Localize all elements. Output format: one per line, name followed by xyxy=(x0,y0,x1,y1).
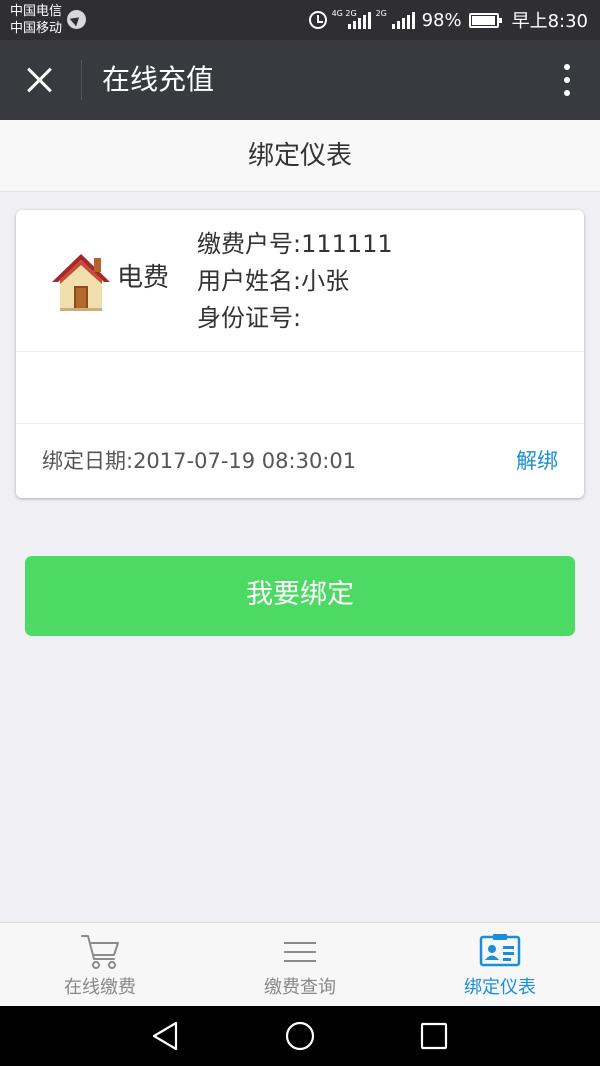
meter-details: 缴费户号:111111 用户姓名:小张 身份证号: xyxy=(197,226,393,337)
signal-icon-2: 2G xyxy=(376,9,415,29)
page-title: 绑定仪表 xyxy=(0,120,600,192)
unbind-link[interactable]: 解绑 xyxy=(516,446,558,476)
id-number: 身份证号: xyxy=(197,304,302,332)
battery-fill xyxy=(471,15,496,25)
alarm-icon xyxy=(308,11,327,29)
bind-date: 绑定日期:2017-07-19 08:30:01 xyxy=(42,449,357,473)
account-number: 缴费户号:111111 xyxy=(197,230,393,258)
tab-label: 在线缴费 xyxy=(64,977,136,998)
tab-online-payment[interactable]: 在线缴费 xyxy=(0,923,200,1006)
carrier-1: 中国电信 xyxy=(10,4,63,19)
id-card-icon xyxy=(479,934,521,967)
meter-card-blank-row xyxy=(16,352,584,424)
tab-bind-meter[interactable]: 绑定仪表 xyxy=(400,923,600,1006)
system-nav-bar xyxy=(0,1006,600,1066)
carrier-2: 中国移动 xyxy=(10,21,63,36)
list-icon xyxy=(284,942,316,962)
location-arrow-icon xyxy=(67,10,86,29)
battery-percent: 98% xyxy=(421,9,462,31)
signal-icon-1: 4G 2G xyxy=(332,9,371,29)
network-type-1: 4G 2G xyxy=(331,9,357,18)
window-title: 在线充值 xyxy=(102,63,215,96)
tab-label: 缴费查询 xyxy=(264,977,336,998)
home-icon[interactable] xyxy=(284,1020,316,1052)
more-options-icon[interactable] xyxy=(560,62,574,98)
title-divider xyxy=(81,60,82,100)
network-type-2: 2G xyxy=(375,9,387,18)
user-name: 用户姓名:小张 xyxy=(197,267,350,295)
battery-icon xyxy=(468,12,502,28)
status-indicators: 4G 2G 2G 98% 早上8:30 xyxy=(308,6,588,34)
house-icon xyxy=(52,254,110,311)
cart-icon xyxy=(81,935,119,969)
title-bar: 在线充值 xyxy=(0,40,600,120)
bottom-tab-bar: 在线缴费 缴费查询 绑定仪表 xyxy=(0,922,600,1006)
close-icon[interactable] xyxy=(22,62,58,98)
tab-payment-query[interactable]: 缴费查询 xyxy=(200,923,400,1006)
recent-apps-icon[interactable] xyxy=(418,1020,450,1052)
clock: 早上8:30 xyxy=(511,11,588,32)
meter-card-footer: 绑定日期:2017-07-19 08:30:01 解绑 xyxy=(16,424,584,498)
back-icon[interactable] xyxy=(150,1020,182,1052)
status-bar: 中国电信 中国移动 4G 2G 2G 98% 早上8:30 xyxy=(0,0,600,40)
carrier-info: 中国电信 中国移动 xyxy=(10,3,62,37)
tab-label: 绑定仪表 xyxy=(464,977,536,998)
bind-meter-button[interactable]: 我要绑定 xyxy=(25,556,575,636)
meter-card-info: 电费 缴费户号:111111 用户姓名:小张 身份证号: xyxy=(16,210,584,352)
meter-type-label: 电费 xyxy=(117,263,170,293)
meter-card: 电费 缴费户号:111111 用户姓名:小张 身份证号: 绑定日期:2017-0… xyxy=(16,210,584,498)
